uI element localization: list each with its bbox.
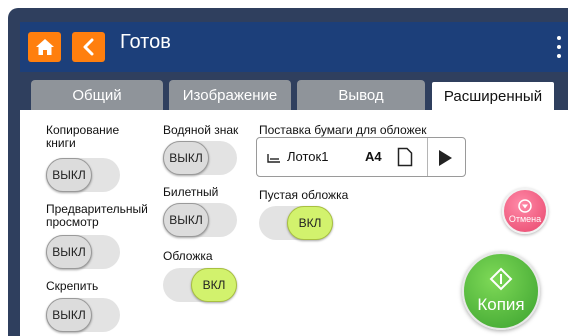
cover-state: ВКЛ	[191, 268, 237, 302]
cover-feed-selector[interactable]: Лоток1 A4	[256, 137, 466, 177]
cancel-label: Отмена	[508, 213, 542, 224]
more-menu-icon[interactable]	[556, 36, 562, 58]
blank-cover-toggle[interactable]: ВКЛ	[259, 206, 333, 240]
watermark-label: Водяной знак	[163, 123, 239, 137]
chevron-left-icon	[83, 38, 93, 56]
blank-cover-state: ВКЛ	[287, 206, 333, 240]
tab-image[interactable]: Изображение	[169, 80, 291, 110]
ticket-toggle[interactable]: ВЫКЛ	[163, 203, 237, 237]
blank-cover-label: Пустая обложка	[259, 188, 349, 202]
cancel-icon	[518, 198, 532, 213]
tab-general[interactable]: Общий	[31, 80, 163, 110]
staple-state: ВЫКЛ	[46, 298, 92, 332]
start-diamond-icon	[489, 267, 513, 291]
staple-label: Скрепить	[46, 279, 99, 293]
preview-state: ВЫКЛ	[46, 235, 92, 269]
tab-output[interactable]: Вывод	[297, 80, 425, 110]
feed-divider	[427, 138, 428, 176]
cover-feed-label: Поставка бумаги для обложек	[259, 123, 427, 137]
copy-label: Копия	[477, 295, 525, 314]
paper-size: A4	[365, 149, 382, 164]
cover-toggle[interactable]: ВКЛ	[163, 268, 237, 302]
portrait-page-icon	[397, 147, 413, 172]
header-bar: Готов	[20, 22, 568, 72]
watermark-state: ВЫКЛ	[163, 141, 209, 175]
watermark-toggle[interactable]: ВЫКЛ	[163, 141, 237, 175]
ticket-state: ВЫКЛ	[163, 203, 209, 237]
book-copy-toggle[interactable]: ВЫКЛ	[46, 158, 120, 192]
cancel-button[interactable]: Отмена	[502, 188, 548, 234]
tray-selection: Лоток1	[267, 149, 328, 164]
tab-advanced[interactable]: Расширенный	[430, 80, 556, 110]
preview-label: Предварительный просмотр	[46, 202, 148, 229]
book-copy-label: Копирование книги	[46, 123, 120, 150]
home-icon	[35, 39, 54, 55]
staple-toggle[interactable]: ВЫКЛ	[46, 298, 120, 332]
tray-icon	[267, 153, 280, 163]
ticket-label: Билетный	[163, 185, 219, 199]
cover-label: Обложка	[163, 249, 213, 263]
back-button[interactable]	[72, 32, 105, 62]
play-arrow-icon[interactable]	[437, 149, 453, 172]
book-copy-state: ВЫКЛ	[46, 158, 92, 192]
copy-button[interactable]: Копия	[462, 252, 540, 330]
preview-toggle[interactable]: ВЫКЛ	[46, 235, 120, 269]
home-button[interactable]	[28, 32, 61, 62]
tray-name: Лоток1	[287, 149, 329, 164]
status-title: Готов	[120, 31, 171, 53]
